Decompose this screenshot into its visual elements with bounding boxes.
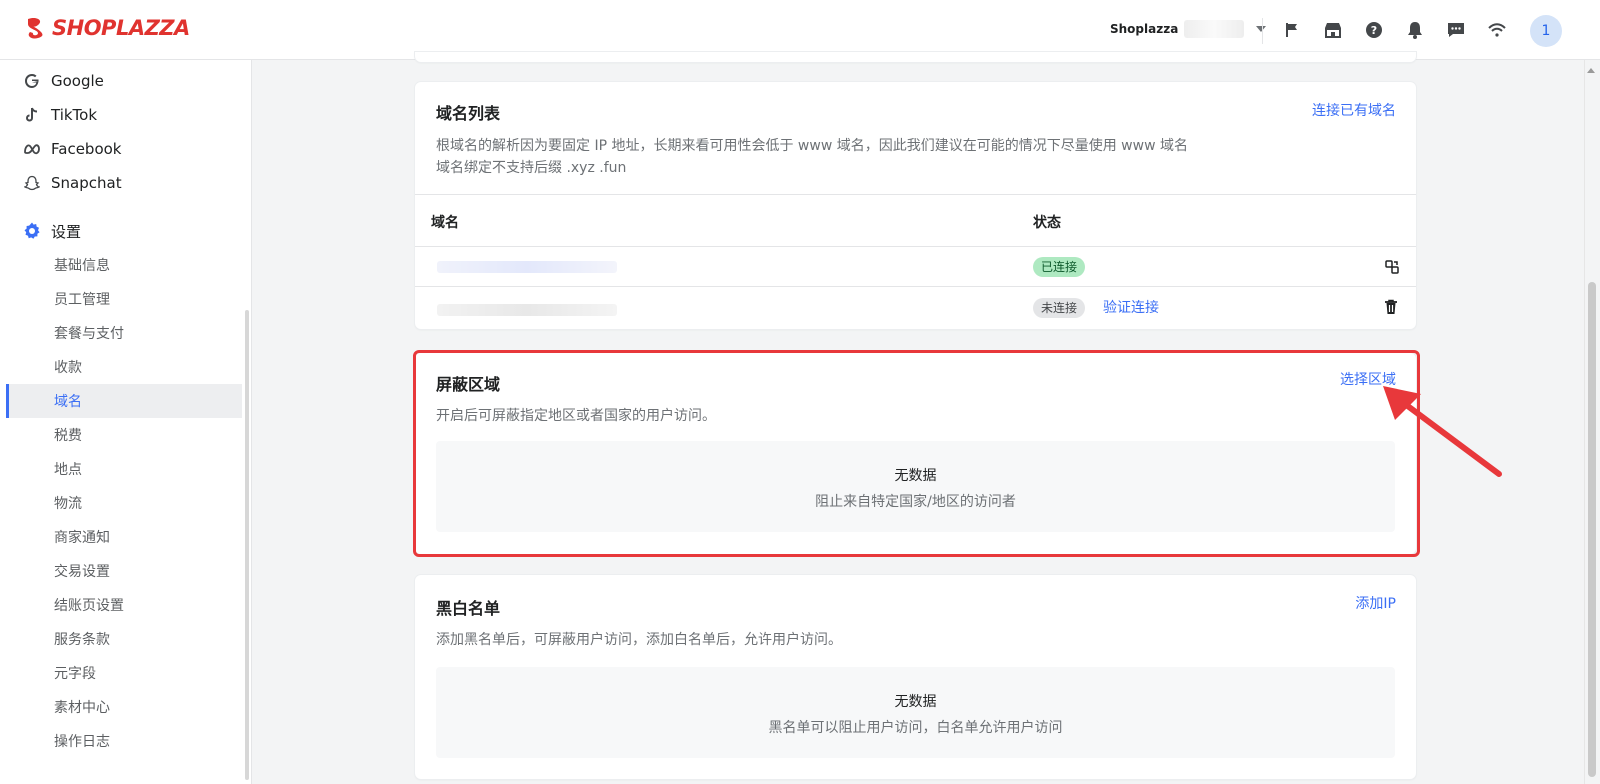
- empty-state: 无数据 黑名单可以阻止用户访问，白名单允许用户访问: [436, 667, 1395, 758]
- card-description: 开启后可屏蔽指定地区或者国家的用户访问。: [436, 408, 716, 424]
- sidebar-item-label: 设置: [51, 222, 82, 241]
- sidebar-subitem[interactable]: 交易设置: [6, 554, 242, 588]
- annotation-arrow-icon: [1383, 386, 1502, 477]
- sidebar-item-tiktok[interactable]: TikTok: [0, 98, 244, 132]
- avatar[interactable]: 1: [1530, 15, 1562, 47]
- domain-name-redacted: [437, 261, 617, 273]
- top-bar: SHOPLAZZA Shoplazza ? 1: [0, 0, 1600, 60]
- store-name-redacted: [1184, 20, 1245, 38]
- copy-link-icon[interactable]: [1384, 259, 1400, 275]
- sidebar-subitem[interactable]: 基础信息: [6, 248, 242, 282]
- card-title: 屏蔽区域: [436, 375, 501, 394]
- sidebar-item-label: Snapchat: [51, 174, 122, 192]
- sidebar-subitem[interactable]: 物流: [6, 486, 242, 520]
- blacklist-whitelist-card: 黑白名单 添加IP 添加黑名单后，可屏蔽用户访问，添加白名单后，允许用户访问。 …: [415, 575, 1416, 779]
- sidebar-subitem[interactable]: 收款: [6, 350, 242, 384]
- card-description: 添加黑名单后，可屏蔽用户访问，添加白名单后，允许用户访问。: [436, 632, 842, 648]
- status-badge: 已连接: [1033, 257, 1086, 277]
- sidebar-item-google[interactable]: Google: [0, 64, 244, 98]
- card-description: 根域名的解析因为要固定 IP 地址，长期来看可用性会低于 www 域名，因此我们…: [436, 138, 1188, 154]
- store-icon[interactable]: [1323, 20, 1343, 40]
- sidebar-item-label: Facebook: [51, 140, 122, 158]
- shoplazza-logo-icon: [28, 17, 43, 39]
- scroll-up-icon[interactable]: [1587, 68, 1595, 73]
- store-name: Shoplazza: [1110, 22, 1179, 36]
- sidebar-subitem[interactable]: 元字段: [6, 656, 242, 690]
- shoplazza-logo[interactable]: SHOPLAZZA: [24, 16, 190, 40]
- empty-state: 无数据 阻止来自特定国家/地区的访问者: [436, 441, 1395, 532]
- sidebar-subitem[interactable]: 税费: [6, 418, 242, 452]
- sidebar-scrollbar[interactable]: [245, 310, 249, 780]
- sidebar-subitem[interactable]: 套餐与支付: [6, 316, 242, 350]
- table-row: 未连接 验证连接: [415, 287, 1416, 327]
- domain-name-redacted: [437, 304, 617, 316]
- sidebar-subitem[interactable]: 地点: [6, 452, 242, 486]
- scrollbar-thumb[interactable]: [1588, 282, 1596, 777]
- sidebar-item-label: TikTok: [51, 106, 98, 124]
- tiktok-icon: [23, 106, 41, 124]
- card-description-note: 域名绑定不支持后缀 .xyz .fun: [436, 160, 627, 176]
- sidebar-subitem[interactable]: 素材中心: [6, 690, 242, 724]
- help-icon[interactable]: ?: [1364, 20, 1384, 40]
- connect-existing-domain-link[interactable]: 连接已有域名: [1312, 100, 1396, 120]
- table-header: 域名 状态: [415, 194, 1416, 247]
- svg-text:?: ?: [1371, 24, 1377, 37]
- add-ip-link[interactable]: 添加IP: [1355, 593, 1396, 613]
- sidebar-subitem[interactable]: 员工管理: [6, 282, 242, 316]
- status-badge: 未连接: [1033, 298, 1086, 318]
- previous-card-bottom: [415, 52, 1416, 62]
- card-title: 域名列表: [436, 104, 501, 123]
- gear-icon: [23, 222, 41, 240]
- empty-state-title: 无数据: [894, 694, 937, 710]
- verify-connection-link[interactable]: 验证连接: [1103, 297, 1159, 317]
- meta-icon: [23, 140, 41, 158]
- store-switcher[interactable]: Shoplazza: [1110, 20, 1267, 38]
- sidebar-subitem[interactable]: 结账页设置: [6, 588, 242, 622]
- sidebar-item-label: Google: [51, 72, 104, 90]
- flag-icon[interactable]: [1282, 20, 1302, 40]
- table-row: 已连接: [415, 247, 1416, 287]
- sidebar-subitem[interactable]: 商家通知: [6, 520, 242, 554]
- snapchat-icon: [23, 174, 41, 192]
- domain-list-card: 域名列表 连接已有域名 根域名的解析因为要固定 IP 地址，长期来看可用性会低于…: [415, 82, 1416, 329]
- trash-icon[interactable]: [1384, 299, 1400, 315]
- toolbar-divider: [1262, 18, 1263, 44]
- sidebar-item-snapchat[interactable]: Snapchat: [0, 166, 244, 200]
- blocked-regions-card: 屏蔽区域 选择区域 开启后可屏蔽指定地区或者国家的用户访问。 无数据 阻止来自特…: [415, 353, 1416, 554]
- main-scrollbar[interactable]: [1584, 60, 1600, 784]
- google-icon: [23, 72, 41, 90]
- sidebar-subitem-active[interactable]: 域名: [6, 384, 242, 418]
- sidebar-item-facebook[interactable]: Facebook: [0, 132, 244, 166]
- column-header-status: 状态: [1033, 215, 1061, 231]
- empty-state-subtitle: 黑名单可以阻止用户访问，白名单允许用户访问: [768, 720, 1063, 736]
- empty-state-title: 无数据: [894, 468, 937, 484]
- empty-state-subtitle: 阻止来自特定国家/地区的访问者: [815, 494, 1016, 510]
- message-icon[interactable]: [1446, 20, 1466, 40]
- wifi-icon[interactable]: [1487, 20, 1507, 40]
- column-header-domain: 域名: [431, 215, 459, 231]
- sidebar-item-settings[interactable]: 设置: [0, 214, 244, 248]
- sidebar-subitem[interactable]: 操作日志: [6, 724, 242, 758]
- bell-icon[interactable]: [1405, 20, 1425, 40]
- sidebar: Google TikTok Facebook Snapchat 设置 基础信息 …: [0, 60, 252, 784]
- card-title: 黑白名单: [436, 599, 501, 618]
- sidebar-subitem[interactable]: 服务条款: [6, 622, 242, 656]
- brand-name: SHOPLAZZA: [52, 16, 190, 40]
